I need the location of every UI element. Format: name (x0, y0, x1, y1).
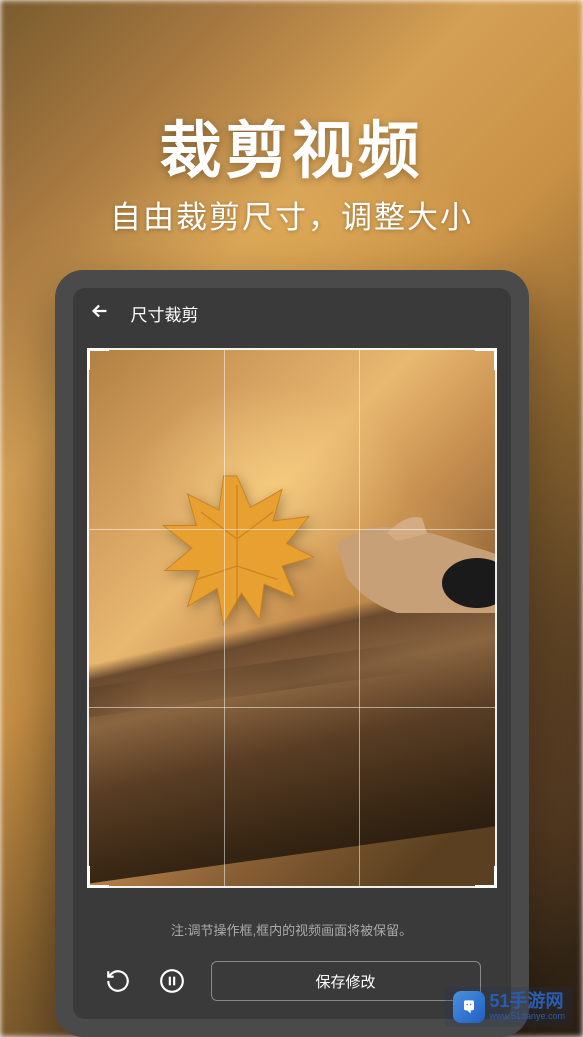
hint-text: 注:调节操作框,框内的视频画面将被保留。 (73, 920, 511, 939)
undo-icon[interactable] (103, 966, 133, 996)
watermark-brand: 51手游网 (489, 992, 565, 1012)
watermark: 51手游网 www.51danye.com (445, 987, 573, 1027)
hero-title: 裁剪视频 (159, 100, 423, 190)
pause-icon[interactable] (157, 966, 187, 996)
watermark-url: www.51danye.com (489, 1012, 565, 1022)
hero-subtitle: 自由裁剪尺寸，调整大小 (110, 192, 473, 237)
save-button[interactable]: 保存修改 (211, 961, 481, 1001)
video-preview (87, 348, 497, 888)
device-frame: 尺寸裁剪 (55, 270, 529, 1037)
device-screen: 尺寸裁剪 (73, 288, 511, 1019)
watermark-logo-icon (453, 991, 485, 1023)
app-header: 尺寸裁剪 (73, 288, 511, 338)
back-arrow-icon[interactable] (89, 300, 111, 326)
crop-area[interactable] (87, 348, 497, 888)
header-title: 尺寸裁剪 (131, 301, 199, 326)
